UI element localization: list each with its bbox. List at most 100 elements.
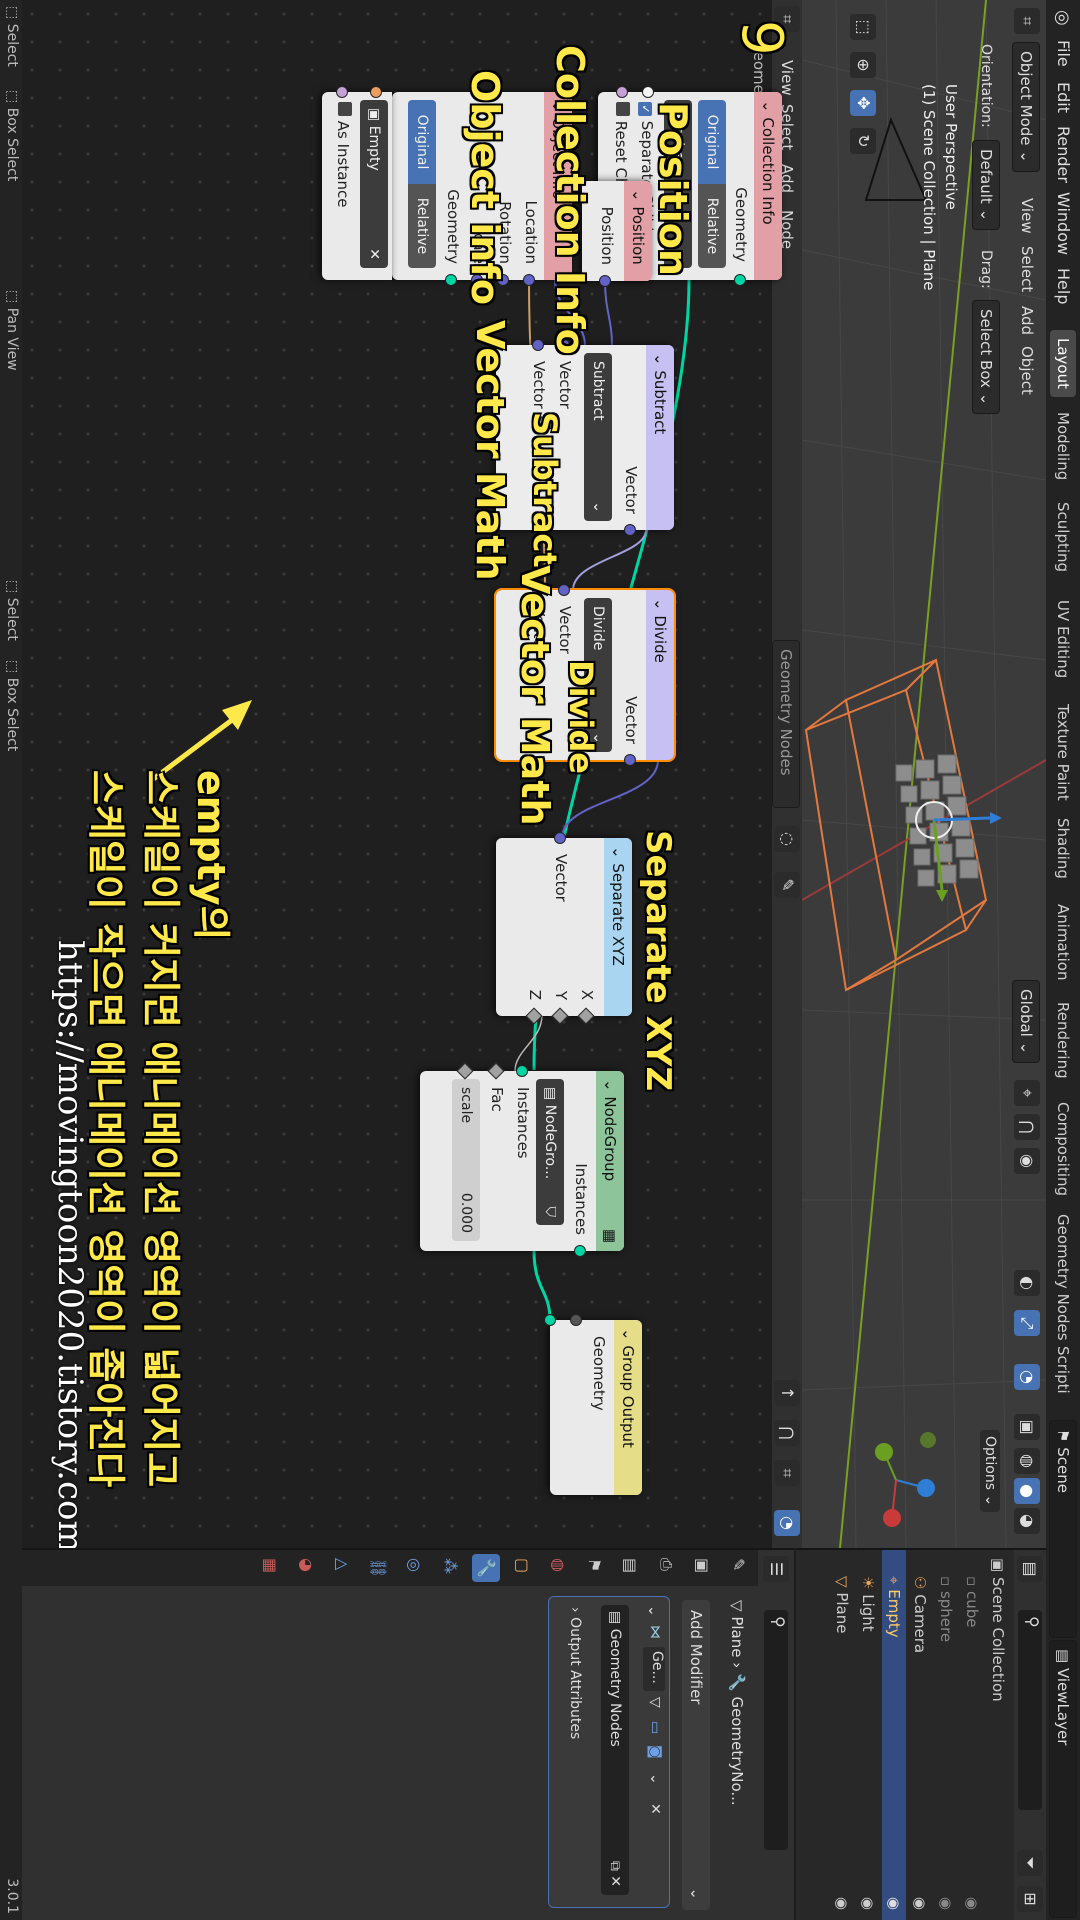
output-attributes-toggle[interactable]: › Output Attributes — [567, 1607, 583, 1739]
outliner-item-camera[interactable]: ⚇ Camera ◉ — [908, 1550, 932, 1920]
nodegroup-selector[interactable]: ▤ NodeGro... ⛉ — [536, 1079, 564, 1225]
viewlayer-selector[interactable]: ▤ ViewLayer — [1049, 1640, 1077, 1918]
object-field[interactable]: ▣ Empty ✕ — [360, 100, 388, 268]
tool-tab-icon[interactable]: ✎ — [729, 1558, 748, 1571]
original-toggle[interactable]: Original — [698, 100, 726, 184]
scene-selector[interactable]: ⚑ Scene — [1049, 1420, 1077, 1638]
solid-shading-icon[interactable]: ● — [1014, 1478, 1040, 1504]
menu-file[interactable]: File — [1054, 40, 1073, 67]
subtract-input-2-socket[interactable] — [532, 339, 544, 351]
visibility-eye-icon[interactable]: ◉ — [830, 1897, 854, 1910]
menu-add[interactable]: Add — [1018, 306, 1036, 335]
visibility-icon[interactable]: ◐ — [1014, 1270, 1040, 1296]
separate-xyz-node[interactable]: ⌄ Separate XYZ X Y Z Vector — [496, 832, 632, 1025]
visibility-eye-icon[interactable]: ◉ — [908, 1897, 932, 1910]
editor-type-icon[interactable]: ⌗ — [1014, 8, 1040, 34]
position-node[interactable]: ⌄ Position Position — [582, 181, 652, 287]
outliner-search-input[interactable]: ⚲ — [1018, 1610, 1042, 1810]
visibility-eye-icon[interactable]: ◉ — [882, 1897, 906, 1910]
group-output-geometry-socket[interactable] — [544, 1314, 556, 1326]
nodegroup-header[interactable]: ⌄ NodeGroup ▦ — [596, 1071, 624, 1251]
cursor-tool-icon[interactable]: ⊕ — [850, 52, 876, 78]
divide-header[interactable]: ⌄ Divide — [646, 590, 674, 760]
outliner-item-light[interactable]: ☀ Light ◉ — [856, 1550, 880, 1920]
visibility-eye-icon[interactable]: ◉ — [934, 1897, 958, 1910]
move-tool-icon[interactable]: ✥ — [850, 90, 876, 116]
tab-texture-paint[interactable]: Texture Paint — [1050, 696, 1076, 809]
menu-render[interactable]: Render — [1054, 126, 1073, 183]
snap-icon[interactable]: ⋂ — [1014, 1114, 1040, 1140]
proportional-edit-icon[interactable]: ◉ — [1014, 1148, 1040, 1174]
view-layer-tab-icon[interactable]: ▤ — [621, 1558, 640, 1573]
properties-search-input[interactable]: ⚲ — [764, 1610, 788, 1850]
material-shading-icon[interactable]: ◕ — [1014, 1508, 1040, 1534]
blender-logo-icon[interactable]: ◎ — [1052, 10, 1073, 26]
separate-children-socket[interactable] — [642, 86, 654, 98]
object-relative-toggle[interactable]: Relative — [408, 184, 436, 268]
outliner-item-empty[interactable]: ⌖ Empty ◉ — [882, 1550, 906, 1920]
object-original-toggle[interactable]: Original — [408, 100, 436, 184]
physics-tab-icon[interactable]: ◎ — [405, 1558, 424, 1572]
subtract-output-socket[interactable] — [624, 524, 636, 536]
tab-layout[interactable]: Layout — [1050, 330, 1076, 397]
tab-scripting[interactable]: Scripti — [1050, 1338, 1076, 1402]
location-socket[interactable] — [523, 274, 535, 286]
subtract-operation-dropdown[interactable]: Subtract ⌄ — [584, 353, 612, 521]
tab-animation[interactable]: Animation — [1050, 896, 1076, 988]
separate-input-socket[interactable] — [554, 832, 566, 844]
outliner-item-plane[interactable]: ▽ Plane ◉ — [830, 1550, 854, 1920]
shield-icon[interactable]: ⛉ — [536, 1207, 564, 1218]
constraints-tab-icon[interactable]: ⛓ — [369, 1558, 388, 1578]
geometry-output-socket[interactable] — [734, 274, 746, 286]
drag-dropdown[interactable]: Select Box ⌄ — [972, 300, 1000, 415]
scale-field[interactable]: scale 0.000 — [452, 1079, 480, 1241]
geometry-nodes-modifier-panel[interactable]: ⌄ ⋈ Ge... ▽ ▭ ◙ ⌄ ✕ ▤ Geometry Nodes ⧉ ✕ … — [548, 1596, 670, 1908]
tab-rendering[interactable]: Rendering — [1050, 994, 1076, 1087]
render-toggle-icon[interactable]: ◙ — [647, 1745, 663, 1759]
separate-xyz-header[interactable]: ⌄ Separate XYZ — [604, 838, 632, 1016]
menu-window[interactable]: Window — [1054, 192, 1073, 255]
group-output-header[interactable]: ⌄ Group Output — [614, 1320, 642, 1495]
tab-modeling[interactable]: Modeling — [1050, 404, 1076, 488]
outliner-type-icon[interactable]: ▤ — [1017, 1556, 1043, 1582]
reset-children-socket[interactable] — [616, 86, 628, 98]
tab-compositing[interactable]: Compositing — [1050, 1094, 1076, 1204]
as-instance-socket[interactable] — [336, 86, 348, 98]
visibility-eye-icon[interactable]: ◉ — [960, 1897, 984, 1910]
tab-uv-editing[interactable]: UV Editing — [1050, 592, 1076, 686]
position-header[interactable]: ⌄ Position — [624, 181, 652, 281]
object-tab-icon[interactable]: ▢ — [513, 1558, 532, 1573]
options-dropdown[interactable]: Options ⌄ — [980, 1430, 1000, 1513]
rotate-tool-icon[interactable]: ↻ — [850, 128, 876, 154]
world-tab-icon[interactable]: ◍ — [549, 1558, 568, 1572]
subtract-header[interactable]: ⌄ Subtract — [646, 345, 674, 530]
as-instance-checkbox[interactable]: As Instance — [334, 102, 352, 207]
position-output-socket[interactable] — [599, 275, 611, 287]
add-modifier-button[interactable]: Add Modifier ⌄ — [682, 1600, 710, 1910]
menu-object[interactable]: Object — [1018, 346, 1036, 395]
collapse-chevron-icon[interactable]: ⌄ — [645, 1605, 661, 1617]
relative-toggle[interactable]: Relative — [698, 184, 726, 268]
output-tab-icon[interactable]: ⎙ — [656, 1558, 676, 1571]
orientation-dropdown[interactable]: Default ⌄ — [972, 140, 1000, 231]
overlay-toggle-icon[interactable]: ◔ — [1014, 1364, 1040, 1390]
outliner-panel[interactable]: ▤ ⚲ ⏷ ⊞ ▣ Scene Collection ▫ cube ◉ ▫ sph… — [796, 1548, 1046, 1920]
object-input-socket[interactable] — [370, 86, 382, 98]
mode-dropdown[interactable]: Object Mode ⌄ — [1012, 42, 1040, 172]
outliner-item-sphere[interactable]: ▫ sphere ◉ — [934, 1550, 958, 1920]
copy-icon[interactable]: ⧉ ✕ — [601, 1861, 629, 1887]
divide-input-1-socket[interactable] — [558, 584, 570, 596]
subtract-node[interactable]: ⌄ Subtract Vector Subtract ⌄ Vector Vecto… — [496, 339, 674, 536]
collection-info-header[interactable]: ⌄ Collection Info — [754, 92, 782, 280]
tab-geometry-nodes[interactable]: Geometry Nodes — [1050, 1206, 1076, 1349]
pivot-icon[interactable]: ⌖ — [1014, 1080, 1040, 1106]
nodegroup-instances-socket[interactable] — [516, 1065, 528, 1077]
divide-output-socket[interactable] — [624, 754, 636, 766]
modifier-name-field[interactable]: Ge... — [643, 1647, 665, 1691]
properties-type-icon[interactable]: ☰ — [763, 1556, 789, 1582]
object-geometry-socket[interactable] — [445, 274, 457, 286]
outliner-root[interactable]: ▣ Scene Collection — [986, 1550, 1010, 1920]
properties-panel[interactable]: ☰ ⚲ ✎ ▣ ⎙ ▤ ⚑ ◍ ▢ 🔧 ⁂ ◎ ⛓ △ ◕ ▦ ▽ Plane … — [22, 1548, 794, 1920]
clear-object-icon[interactable]: ✕ — [360, 248, 388, 260]
select-box-tool-icon[interactable]: ⬚ — [850, 14, 876, 40]
